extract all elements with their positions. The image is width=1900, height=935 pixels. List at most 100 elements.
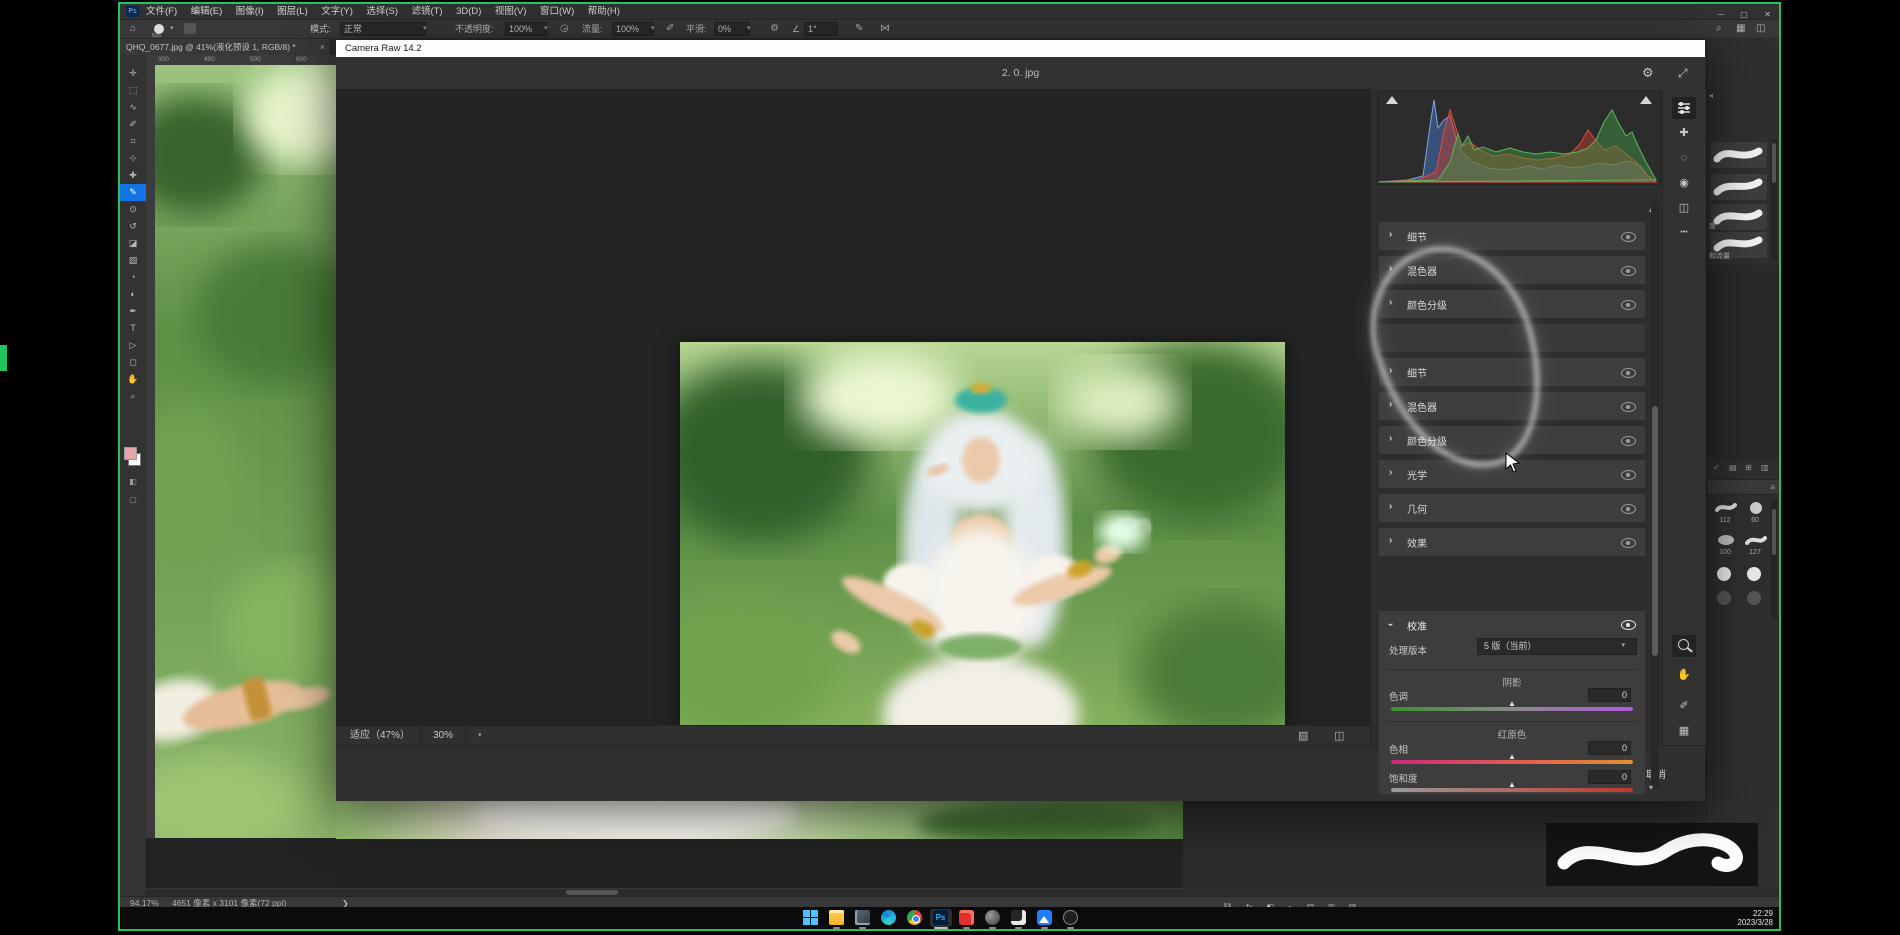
symmetry-icon[interactable]: ⋈ — [880, 20, 890, 38]
pen-tool[interactable]: ✒ — [120, 303, 146, 320]
slider-thumb-icon[interactable]: ▲ — [1508, 752, 1516, 761]
edge-button[interactable] — [878, 909, 900, 927]
shape-tool[interactable]: ◻ — [120, 354, 146, 371]
brush-preset-item[interactable] — [1711, 174, 1767, 200]
dock-scrollbar[interactable] — [1771, 139, 1777, 261]
menu-select[interactable]: 选择(S) — [366, 4, 398, 19]
brush-preset-caret-icon[interactable]: ▾ — [170, 20, 174, 38]
angle-input[interactable]: 1° — [804, 22, 838, 36]
healing-tool[interactable]: ✚ — [1672, 122, 1696, 144]
fullscreen-icon[interactable]: ⤢ — [1678, 57, 1688, 89]
red-eye-tool[interactable]: ◉ — [1672, 172, 1696, 194]
quick-mask-icon[interactable]: ◧ — [120, 475, 146, 489]
eraser-tool[interactable]: ◪ — [120, 235, 146, 252]
highlight-clipping-icon[interactable] — [1640, 96, 1652, 104]
photoshop-button[interactable]: Ps — [930, 909, 952, 927]
menu-help[interactable]: 帮助(H) — [588, 4, 620, 19]
brush-tip-icon[interactable] — [1745, 501, 1767, 515]
menu-3d[interactable]: 3D(D) — [456, 4, 481, 19]
process-version-select[interactable]: 5 版（当前） — [1477, 638, 1637, 655]
minimize-button[interactable]: ─ — [1718, 10, 1724, 19]
screen-mode-icon[interactable]: ▢ — [120, 493, 146, 507]
new-group-icon[interactable]: ▤ — [1729, 463, 1737, 472]
path-select-tool[interactable]: ▷ — [120, 337, 146, 354]
saturation-slider[interactable]: ▲ — [1391, 788, 1633, 792]
white-balance-tool[interactable]: ✐ — [1672, 695, 1696, 717]
mode-select[interactable]: 正常 — [340, 22, 426, 36]
close-button[interactable]: ✕ — [1764, 10, 1771, 19]
type-tool[interactable]: T — [120, 320, 146, 337]
tint-value[interactable]: 0 — [1588, 688, 1631, 702]
eye-icon[interactable] — [1621, 538, 1636, 548]
saturation-value[interactable]: 0 — [1588, 770, 1631, 784]
menu-image[interactable]: 图像(I) — [236, 4, 264, 19]
hand-tool[interactable]: ✋ — [120, 371, 146, 388]
eye-icon[interactable] — [1621, 402, 1636, 412]
lasso-tool[interactable]: ∿ — [120, 99, 146, 116]
smoothing-gear-icon[interactable]: ⚙ — [770, 20, 779, 38]
menu-window[interactable]: 窗口(W) — [540, 4, 574, 19]
settings-gear-icon[interactable]: ⚙ — [1642, 57, 1654, 89]
brush-tip-icon[interactable] — [1717, 567, 1731, 581]
process-caret-icon[interactable]: ▾ — [1621, 641, 1625, 649]
history-brush-tool[interactable]: ↺ — [120, 218, 146, 235]
menu-type[interactable]: 文字(Y) — [321, 4, 353, 19]
histogram[interactable] — [1377, 91, 1661, 185]
brush-tip-icon[interactable] — [1715, 533, 1737, 547]
crop-tool[interactable]: ⌗ — [120, 133, 146, 150]
eye-icon[interactable] — [1621, 470, 1636, 480]
opacity-pressure-icon[interactable]: ◶ — [560, 20, 569, 38]
before-after-icon[interactable]: ◫ — [1334, 726, 1344, 746]
dark-app-button[interactable] — [1008, 909, 1030, 927]
slider-thumb-icon[interactable]: ▲ — [1508, 780, 1516, 789]
smoothing-input[interactable]: 0% — [714, 22, 750, 36]
eye-icon[interactable] — [1621, 266, 1636, 276]
home-icon[interactable]: ⌂ — [130, 20, 136, 38]
blur-tool[interactable]: ◔ — [120, 269, 146, 286]
brush-tip-icon[interactable] — [1747, 591, 1761, 605]
brush-tip-icon[interactable] — [1747, 567, 1761, 581]
brush-tip-icon[interactable] — [1717, 591, 1731, 605]
panel-menu-icon[interactable]: ≡ — [1770, 483, 1775, 492]
zoom-caret-icon[interactable]: ▾ — [478, 726, 482, 746]
tab-close-icon[interactable]: × — [320, 39, 325, 55]
mode-caret-icon[interactable]: ▾ — [423, 20, 427, 38]
start-button[interactable] — [800, 909, 822, 927]
blue-app-button[interactable] — [1034, 909, 1056, 927]
panel-scrollbar[interactable] — [1651, 201, 1659, 789]
zoom-tool-acr[interactable] — [1672, 635, 1696, 657]
healing-tool[interactable]: ✚ — [120, 167, 146, 184]
eye-icon[interactable] — [1621, 620, 1636, 630]
size-pressure-icon[interactable]: ✎ — [855, 20, 863, 38]
quick-select-tool[interactable]: ✐ — [120, 116, 146, 133]
brush-tool[interactable]: ✎ — [120, 184, 146, 201]
workspace-icon[interactable]: ▦ — [1736, 20, 1745, 38]
slider-thumb-icon[interactable]: ▲ — [1508, 699, 1516, 708]
panel-section-detail[interactable]: › 细节 — [1379, 222, 1645, 250]
collapse-panel-icon[interactable]: ◂ — [1709, 91, 1713, 100]
opacity-caret-icon[interactable]: ▾ — [544, 20, 548, 38]
new-preset-icon[interactable]: ⊞ — [1745, 463, 1752, 472]
zoom-level-select[interactable]: 30% — [420, 726, 466, 746]
chrome-button[interactable] — [904, 909, 926, 927]
masking-tool[interactable]: ◌ — [1672, 147, 1696, 169]
toggle-brush-panel-icon[interactable] — [184, 23, 196, 34]
red-app-button[interactable] — [956, 909, 978, 927]
document-tab[interactable]: QHQ_0677.jpg @ 41%(液化预设 1, RGB/8) * × — [120, 39, 331, 55]
scrollbar-thumb[interactable] — [566, 890, 618, 895]
tint-slider[interactable]: ▲ — [1391, 707, 1633, 711]
brush-tip-icon[interactable] — [1745, 533, 1767, 547]
marquee-tool[interactable]: ⬚ — [120, 82, 146, 99]
more-options-button[interactable]: ••• — [1672, 222, 1696, 244]
brush-preset-item[interactable] — [1711, 204, 1767, 230]
eyedropper-tool[interactable]: ⊹ — [120, 150, 146, 167]
taskbar-clock[interactable]: 22:29 2023/3/28 — [1737, 909, 1773, 927]
sphere-app-button[interactable] — [982, 909, 1004, 927]
chevron-down-icon[interactable]: › — [1385, 623, 1396, 626]
eye-icon[interactable] — [1621, 436, 1636, 446]
horizontal-scrollbar[interactable] — [146, 889, 1183, 896]
airbrush-icon[interactable]: ✐ — [666, 20, 674, 38]
search-icon[interactable]: ⌕ — [1716, 20, 1722, 38]
eye-icon[interactable] — [1621, 504, 1636, 514]
menu-layer[interactable]: 图层(L) — [277, 4, 308, 19]
